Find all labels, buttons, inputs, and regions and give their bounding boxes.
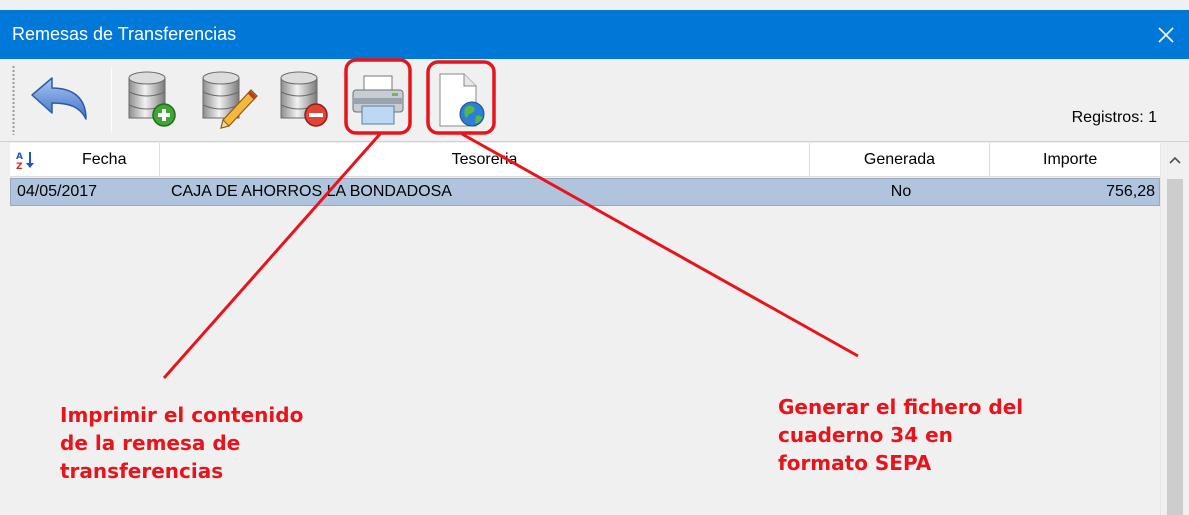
- cell-tesoreria: CAJA DE AHORROS LA BONDADOSA: [171, 183, 452, 200]
- cell-generada: No: [890, 183, 912, 200]
- chevron-up-icon: [1169, 156, 1181, 164]
- column-header-tesoreria[interactable]: Tesoreria: [160, 143, 810, 177]
- database-edit-icon: [202, 71, 258, 129]
- print-annotation: Imprimir el contenido de la remesa de tr…: [60, 403, 304, 483]
- close-icon: [1158, 26, 1174, 43]
- printer-icon: [352, 75, 404, 125]
- grid-header: A Z Fecha Tesoreria Generada Importe: [10, 143, 1160, 177]
- cell-fecha: 04/05/2017: [17, 183, 98, 200]
- edit-record-button[interactable]: [196, 67, 260, 133]
- add-record-button[interactable]: [120, 67, 184, 133]
- delete-record-button[interactable]: [272, 67, 336, 133]
- toolbar-grip[interactable]: [12, 65, 15, 135]
- print-button[interactable]: [346, 67, 410, 133]
- document-globe-icon: [439, 73, 485, 127]
- column-label-fecha: Fecha: [82, 151, 127, 168]
- column-header-importe[interactable]: Importe: [990, 143, 1160, 177]
- svg-text:A: A: [16, 152, 23, 162]
- column-label-importe: Importe: [1043, 151, 1098, 168]
- cell-importe: 756,28: [1106, 183, 1155, 200]
- window-title: Remesas de Transferencias: [12, 24, 237, 44]
- column-header-generada[interactable]: Generada: [810, 143, 990, 177]
- database-delete-icon: [280, 71, 328, 127]
- toolbar-separator: [111, 67, 112, 133]
- records-count: Registros: 1: [1071, 109, 1157, 126]
- table-row[interactable]: 04/05/2017 CAJA DE AHORROS LA BONDADOSA …: [10, 178, 1160, 206]
- database-add-icon: [128, 71, 176, 127]
- sepa-annotation: Generar el fichero del cuaderno 34 en fo…: [778, 395, 1024, 475]
- toolbar: Registros: 1: [0, 59, 1189, 142]
- column-header-fecha[interactable]: A Z Fecha: [10, 143, 160, 177]
- svg-text:Z: Z: [16, 162, 23, 170]
- generate-file-button[interactable]: [428, 67, 492, 133]
- column-label-generada: Generada: [863, 151, 936, 168]
- scroll-thumb[interactable]: [1167, 179, 1183, 515]
- back-button[interactable]: [27, 67, 91, 133]
- undo-arrow-icon: [31, 77, 87, 120]
- scroll-up-button[interactable]: [1161, 143, 1189, 177]
- title-bar: Remesas de Transferencias: [0, 10, 1189, 59]
- sort-az-icon: A Z: [16, 152, 34, 170]
- vertical-scrollbar[interactable]: [1160, 143, 1189, 515]
- close-button[interactable]: [1143, 10, 1189, 59]
- column-label-tesoreria: Tesoreria: [451, 151, 518, 168]
